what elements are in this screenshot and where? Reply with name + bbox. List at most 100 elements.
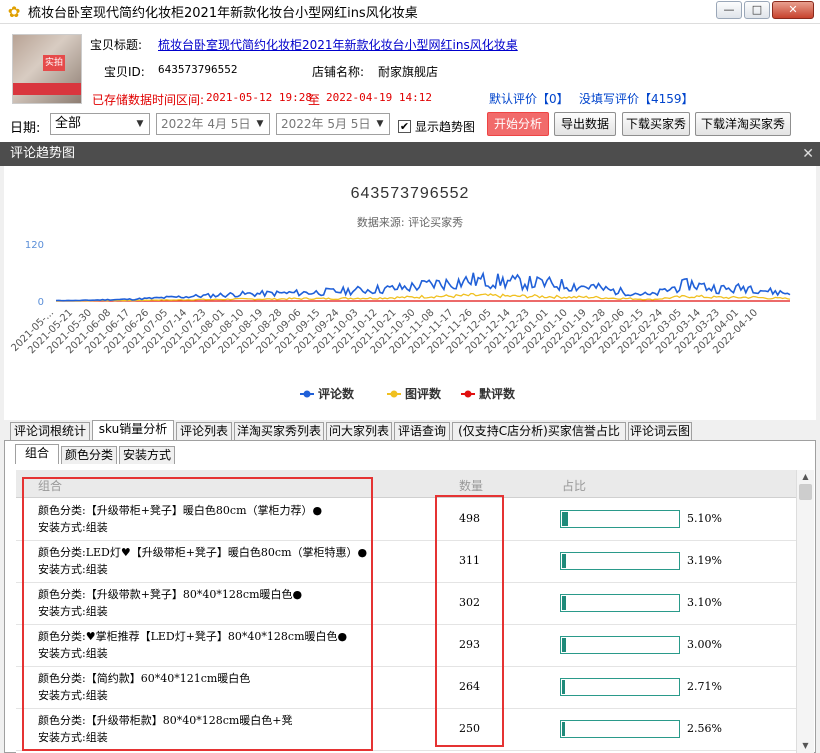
maximize-button[interactable]: □ [744, 1, 770, 19]
toolbar: 日期: 全部 ▼ 2022年 4月 5日 ▼ 2022年 5月 5日 ▼ ✔ 显… [0, 110, 820, 142]
tab-0[interactable]: 评论词根统计 [10, 422, 90, 440]
tab-7[interactable]: 评论词云图 [628, 422, 692, 440]
combination-cell: 颜色分类:【简约款】60*40*121cm暖白色 安装方式:组装 [38, 670, 250, 704]
range-label: 已存储数据时间区间: [92, 93, 205, 107]
show-trend-checkbox[interactable]: ✔ [398, 120, 411, 133]
ratio-cell: 3.00% [687, 638, 722, 651]
thumbnail-tag: 实拍 [43, 55, 65, 71]
combination-cell: 颜色分类:【升级带款+凳子】80*40*128cm暖白色● 安装方式:组装 [38, 586, 302, 620]
tab-3[interactable]: 洋淘买家秀列表 [234, 422, 324, 440]
tab-1[interactable]: sku销量分析 [92, 420, 174, 440]
trend-panel-title: 评论趋势图 [10, 146, 76, 161]
ratio-bar [560, 678, 680, 696]
chart-subtitle: 数据来源: 评论买家秀 [357, 215, 463, 229]
combination-line1: 颜色分类:LED灯♥【升级带柜+凳子】暖白色80cm（掌柜特惠）● [38, 546, 368, 559]
app-flower-icon: ✿ [7, 2, 21, 21]
combination-line1: 颜色分类:【升级带柜款】80*40*128cm暖白色+凳 [38, 714, 293, 727]
legend-label: 评论数 [318, 386, 355, 401]
date-to-value: 2022年 5月 5日 [281, 117, 371, 131]
export-data-button[interactable]: 导出数据 [554, 112, 616, 136]
sku-grid: 组合 数量 占比 颜色分类:【升级带柜+凳子】暖白色80cm（掌柜力荐）● 安装方… [16, 470, 796, 753]
legend-swatch-dot [464, 390, 472, 398]
combination-line2: 安装方式:组装 [38, 563, 108, 576]
table-row[interactable]: 颜色分类:【升级带款+凳子】80*40*128cm暖白色● 安装方式:组装 302 3… [16, 583, 796, 625]
combination-line1: 颜色分类:♥掌柜推荐【LED灯+凳子】80*40*128cm暖白色● [38, 630, 348, 643]
date-label: 日期: [10, 121, 41, 136]
ratio-cell: 5.10% [687, 512, 722, 525]
count-cell: 293 [459, 638, 480, 651]
id-label: 宝贝ID: [104, 65, 145, 79]
date-range-select[interactable]: 全部 ▼ [50, 113, 150, 135]
combination-line2: 安装方式:组装 [38, 521, 108, 534]
table-row[interactable]: 颜色分类:LED灯♥【升级带柜+凳子】暖白色80cm（掌柜特惠）● 安装方式:组装… [16, 541, 796, 583]
ratio-cell: 3.10% [687, 596, 722, 609]
tab-4[interactable]: 问大家列表 [326, 422, 392, 440]
ratio-bar-fill [562, 680, 565, 694]
subtab-2[interactable]: 安装方式 [119, 446, 175, 464]
tab-2[interactable]: 评论列表 [176, 422, 232, 440]
ratio-bar-fill [562, 512, 568, 526]
grid-scrollbar[interactable]: ▲ ▼ [796, 470, 814, 753]
scroll-up-icon[interactable]: ▲ [797, 470, 814, 484]
download-foreign-buyer-show-button[interactable]: 下载洋淘买家秀 [695, 112, 791, 136]
product-title-link[interactable]: 梳妆台卧室现代简约化妆柜2021年新款化妆台小型网红ins风化妆桌 [158, 36, 518, 53]
combination-cell: 颜色分类:LED灯♥【升级带柜+凳子】暖白色80cm（掌柜特惠）● 安装方式:组装 [38, 544, 367, 578]
window-title: 梳妆台卧室现代简约化妆柜2021年新款化妆台小型网红ins风化妆桌 [28, 6, 418, 21]
combination-cell: 颜色分类:♥掌柜推荐【LED灯+凳子】80*40*128cm暖白色● 安装方式:组… [38, 628, 347, 662]
header-count: 数量 [459, 479, 484, 493]
title-label: 宝贝标题: [90, 38, 143, 52]
legend-label: 默评数 [479, 386, 516, 401]
combination-line1: 颜色分类:【升级带款+凳子】80*40*128cm暖白色● [38, 588, 303, 601]
trend-panel-header: 评论趋势图 ✕ [0, 142, 820, 166]
start-analysis-button[interactable]: 开始分析 [487, 112, 549, 136]
default-review-count: 默认评价【0】 [489, 92, 569, 106]
count-cell: 264 [459, 680, 480, 693]
combination-line2: 安装方式:组装 [38, 647, 108, 660]
download-buyer-show-button[interactable]: 下载买家秀 [622, 112, 690, 136]
combination-line2: 安装方式:组装 [38, 605, 108, 618]
range-to: 至 [308, 93, 321, 107]
ratio-bar [560, 510, 680, 528]
y-tick-label: 120 [25, 240, 44, 251]
combination-line2: 安装方式:组装 [38, 731, 108, 744]
range-start: 2021-05-12 19:28 [206, 91, 312, 104]
close-icon[interactable]: ✕ [802, 142, 814, 166]
main-tabs: 评论词根统计 sku销量分析 评论列表 洋淘买家秀列表 问大家列表 评语查询 (仅支持C店分… [0, 420, 820, 440]
legend-swatch-dot [303, 390, 311, 398]
minimize-button[interactable]: — [716, 1, 742, 19]
date-from-value: 2022年 4月 5日 [161, 117, 251, 131]
window-controls: — □ ✕ [716, 1, 814, 19]
tab-5[interactable]: 评语查询 [394, 422, 450, 440]
date-from-picker[interactable]: 2022年 4月 5日 ▼ [156, 113, 270, 135]
date-to-picker[interactable]: 2022年 5月 5日 ▼ [276, 113, 390, 135]
combination-cell: 颜色分类:【升级带柜款】80*40*128cm暖白色+凳 安装方式:组装 [38, 712, 293, 746]
table-row[interactable]: 颜色分类:【升级带柜+凳子】暖白色80cm（掌柜力荐）● 安装方式:组装 498 5.… [16, 499, 796, 541]
close-button[interactable]: ✕ [772, 1, 814, 19]
table-row[interactable]: 颜色分类:♥掌柜推荐【LED灯+凳子】80*40*128cm暖白色● 安装方式:组… [16, 625, 796, 667]
table-row[interactable]: 颜色分类:【简约款】60*40*121cm暖白色 安装方式:组装 264 2.71% [16, 667, 796, 709]
table-row[interactable]: 颜色分类:【升级带柜款】80*40*128cm暖白色+凳 安装方式:组装 250 2.… [16, 709, 796, 751]
scroll-down-icon[interactable]: ▼ [797, 739, 814, 753]
ratio-bar-fill [562, 596, 566, 610]
grid-header: 组合 数量 占比 [16, 470, 796, 498]
ratio-bar-fill [562, 638, 566, 652]
chevron-down-icon: ▼ [136, 119, 144, 129]
scroll-thumb[interactable] [799, 484, 812, 500]
chevron-down-icon: ▼ [376, 119, 384, 129]
count-cell: 498 [459, 512, 480, 525]
range-end: 2022-04-19 14:12 [326, 91, 432, 104]
show-trend-label: 显示趋势图 [415, 120, 476, 134]
no-review-count: 没填写评价【4159】 [579, 92, 694, 106]
chart-title: 643573796552 [351, 185, 470, 202]
ratio-bar-fill [562, 722, 565, 736]
date-range-value: 全部 [55, 116, 82, 131]
subtab-0[interactable]: 组合 [15, 444, 59, 464]
thumbnail-banner [13, 83, 81, 95]
trend-chart: 643573796552 数据来源: 评论买家秀 0 120 2021-05-... 20… [4, 166, 816, 420]
subtab-1[interactable]: 颜色分类 [61, 446, 117, 464]
product-info-panel: 实拍 宝贝标题: 梳妆台卧室现代简约化妆柜2021年新款化妆台小型网红ins风化… [0, 24, 820, 110]
ratio-bar [560, 636, 680, 654]
shop-label: 店铺名称: [312, 65, 365, 79]
count-cell: 311 [459, 554, 480, 567]
tab-6[interactable]: (仅支持C店分析)买家信誉占比 [452, 422, 626, 440]
